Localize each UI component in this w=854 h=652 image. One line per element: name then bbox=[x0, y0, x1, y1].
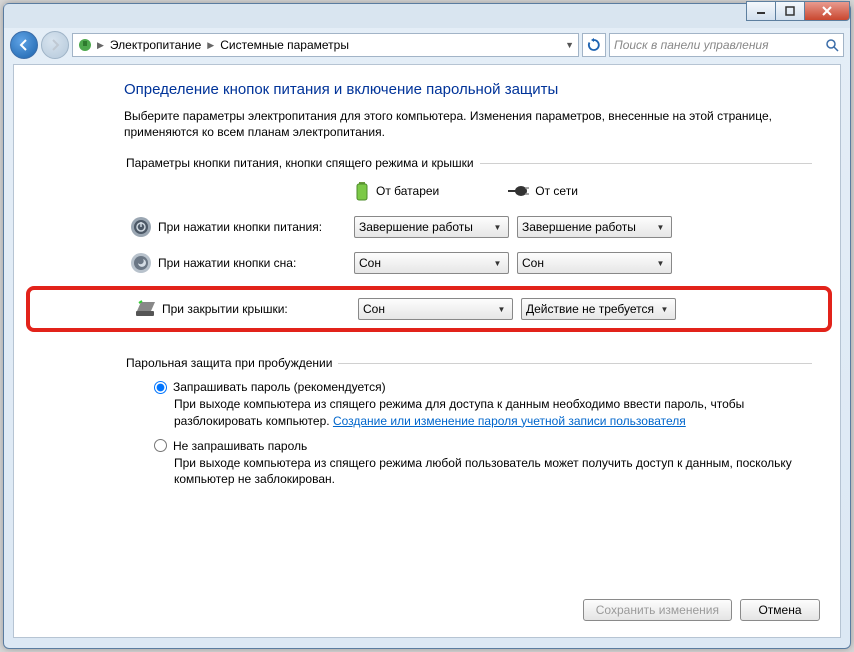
breadcrumb-item-2[interactable]: Системные параметры bbox=[218, 38, 351, 52]
row-power-label: При нажатии кнопки питания: bbox=[158, 220, 354, 234]
buttons-legend: Параметры кнопки питания, кнопки спящего… bbox=[124, 156, 480, 170]
window-frame: ▶ Электропитание ▶ Системные параметры ▼… bbox=[3, 3, 851, 649]
nav-row: ▶ Электропитание ▶ Системные параметры ▼… bbox=[4, 28, 850, 62]
breadcrumb-item-1[interactable]: Электропитание bbox=[108, 38, 203, 52]
chevron-down-icon: ▼ bbox=[657, 302, 672, 316]
col-ac: От сети bbox=[507, 183, 578, 199]
chevron-right-icon: ▶ bbox=[207, 40, 214, 51]
chevron-down-icon: ▼ bbox=[653, 220, 668, 234]
chevron-down-icon: ▼ bbox=[490, 220, 505, 234]
password-legend: Парольная защита при пробуждении bbox=[124, 356, 338, 370]
power-battery-select[interactable]: Завершение работы ▼ bbox=[354, 216, 509, 238]
radio-norequire-desc: При выходе компьютера из спящего режима … bbox=[174, 455, 812, 487]
column-headers: От батареи От сети bbox=[354, 180, 812, 202]
footer-buttons: Сохранить изменения Отмена bbox=[583, 599, 820, 621]
row-lid-label: При закрытии крышки: bbox=[162, 302, 358, 316]
address-bar[interactable]: ▶ Электропитание ▶ Системные параметры ▼ bbox=[72, 33, 579, 57]
page-intro: Выберите параметры электропитания для эт… bbox=[124, 108, 812, 140]
power-options-icon bbox=[77, 37, 93, 53]
password-fieldset: Парольная защита при пробуждении Запраши… bbox=[124, 356, 812, 497]
search-placeholder: Поиск в панели управления bbox=[614, 38, 769, 52]
sleep-battery-select[interactable]: Сон ▼ bbox=[354, 252, 509, 274]
search-icon[interactable] bbox=[825, 38, 839, 52]
chevron-down-icon[interactable]: ▼ bbox=[565, 40, 574, 50]
chevron-down-icon: ▼ bbox=[494, 302, 509, 316]
page-title: Определение кнопок питания и включение п… bbox=[124, 81, 812, 98]
minimize-button[interactable] bbox=[746, 1, 776, 21]
sleep-ac-select[interactable]: Сон ▼ bbox=[517, 252, 672, 274]
window-controls bbox=[747, 1, 850, 21]
radio-require-label: Запрашивать пароль (рекомендуется) bbox=[173, 380, 386, 394]
col-ac-label: От сети bbox=[535, 184, 578, 198]
radio-require-desc: При выходе компьютера из спящего режима … bbox=[174, 396, 812, 428]
save-button[interactable]: Сохранить изменения bbox=[583, 599, 732, 621]
content-area: Определение кнопок питания и включение п… bbox=[13, 64, 841, 638]
power-ac-select[interactable]: Завершение работы ▼ bbox=[517, 216, 672, 238]
radio-norequire-input[interactable] bbox=[154, 439, 167, 452]
forward-button[interactable] bbox=[41, 31, 69, 59]
lid-ac-select[interactable]: Действие не требуется ▼ bbox=[521, 298, 676, 320]
sleep-button-icon bbox=[124, 252, 158, 274]
radio-require-input[interactable] bbox=[154, 381, 167, 394]
radio-no-password: Не запрашивать пароль При выходе компьют… bbox=[154, 439, 812, 487]
col-battery-label: От батареи bbox=[376, 184, 439, 198]
buttons-fieldset: Параметры кнопки питания, кнопки спящего… bbox=[124, 156, 812, 342]
refresh-button[interactable] bbox=[582, 33, 606, 57]
row-sleep-label: При нажатии кнопки сна: bbox=[158, 256, 354, 270]
row-sleep-button: При нажатии кнопки сна: Сон ▼ Сон ▼ bbox=[124, 250, 812, 276]
back-button[interactable] bbox=[10, 31, 38, 59]
row-power-button: При нажатии кнопки питания: Завершение р… bbox=[124, 214, 812, 240]
chevron-down-icon: ▼ bbox=[653, 256, 668, 270]
titlebar bbox=[4, 4, 850, 28]
col-battery: От батареи bbox=[354, 180, 439, 202]
radio-norequire-label: Не запрашивать пароль bbox=[173, 439, 307, 453]
battery-icon bbox=[354, 180, 370, 202]
close-button[interactable] bbox=[804, 1, 850, 21]
radio-require-password: Запрашивать пароль (рекомендуется) При в… bbox=[154, 380, 812, 428]
power-button-icon bbox=[124, 216, 158, 238]
create-password-link[interactable]: Создание или изменение пароля учетной за… bbox=[333, 414, 686, 428]
row-lid-close: При закрытии крышки: Сон ▼ Действие не т… bbox=[26, 286, 832, 332]
chevron-right-icon: ▶ bbox=[97, 40, 104, 51]
lid-battery-select[interactable]: Сон ▼ bbox=[358, 298, 513, 320]
search-input[interactable]: Поиск в панели управления bbox=[609, 33, 844, 57]
laptop-lid-icon bbox=[128, 299, 162, 319]
chevron-down-icon: ▼ bbox=[490, 256, 505, 270]
plug-icon bbox=[507, 183, 529, 199]
maximize-button[interactable] bbox=[775, 1, 805, 21]
cancel-button[interactable]: Отмена bbox=[740, 599, 820, 621]
